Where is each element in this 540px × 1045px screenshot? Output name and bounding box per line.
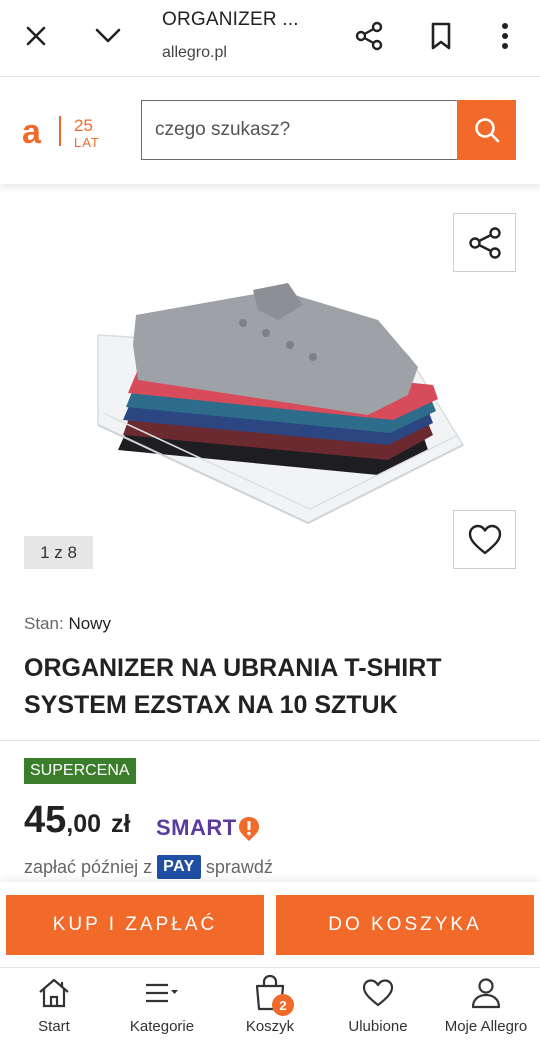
price: 45 ,00 zł — [24, 799, 131, 842]
search-icon — [474, 118, 499, 143]
pay-check-link[interactable]: sprawdź — [206, 857, 273, 878]
price-integer: 45 — [24, 799, 67, 841]
more-options-icon[interactable] — [483, 14, 527, 58]
nav-item-start[interactable]: Start — [0, 968, 108, 1045]
user-icon — [471, 978, 501, 1009]
allegro-logo[interactable]: a 25 LAT — [22, 114, 114, 150]
smart-badge[interactable]: SMART — [156, 815, 261, 841]
smart-exclamation-icon — [238, 817, 259, 841]
bottom-navigation: Start Kategorie 2 Koszyk Ulubione Moje A… — [0, 967, 540, 1045]
page-title: ORGANIZER ... — [162, 9, 299, 30]
condition: Stan: Nowy — [24, 614, 111, 634]
divider — [0, 740, 540, 741]
nav-item-koszyk[interactable]: 2 Koszyk — [216, 968, 324, 1045]
nav-label-kategorie: Kategorie — [129, 1018, 195, 1035]
pay-later-row[interactable]: zapłać później z PAY sprawdź — [24, 855, 273, 879]
add-to-cart-button[interactable]: DO KOSZYKA — [276, 895, 534, 955]
supercena-badge: SUPERCENA — [24, 758, 136, 784]
smart-label: SMART — [156, 815, 237, 840]
bookmark-icon[interactable] — [419, 14, 463, 58]
nav-label-start: Start — [38, 1018, 70, 1035]
product-image[interactable] — [78, 275, 468, 535]
close-icon[interactable] — [14, 14, 58, 58]
nav-label-koszyk: Koszyk — [245, 1018, 295, 1035]
home-icon — [39, 978, 69, 1008]
nav-label-moje-allegro: Moje Allegro — [444, 1018, 528, 1035]
page-url: allegro.pl — [162, 44, 227, 61]
menu-icon — [146, 983, 178, 1003]
heart-icon — [468, 524, 501, 554]
pay-later-text: zapłać później z — [24, 856, 153, 877]
logo-letter: a — [22, 114, 42, 150]
pay-badge: PAY — [157, 855, 201, 879]
search-bar — [141, 100, 516, 160]
share-icon[interactable] — [347, 14, 391, 58]
nav-item-ulubione[interactable]: Ulubione — [324, 968, 432, 1045]
product-title: ORGANIZER NA UBRANIA T-SHIRT SYSTEM EZST… — [24, 654, 442, 719]
search-input[interactable] — [141, 100, 458, 160]
price-currency: zł — [111, 810, 131, 838]
cart-count-badge: 2 — [272, 994, 294, 1016]
logo-lat: LAT — [74, 135, 100, 150]
search-button[interactable] — [457, 100, 516, 160]
gallery-counter: 1 z 8 — [24, 536, 93, 569]
condition-label: Stan: — [24, 614, 64, 633]
price-decimal: ,00 — [66, 810, 102, 838]
heart-icon — [362, 979, 394, 1007]
share-product-button[interactable] — [453, 213, 516, 272]
logo-years: 25 — [74, 116, 93, 135]
buy-now-button[interactable]: KUP I ZAPŁAĆ — [6, 895, 264, 955]
nav-label-ulubione: Ulubione — [348, 1018, 408, 1035]
condition-value: Nowy — [68, 614, 111, 633]
nav-item-moje-allegro[interactable]: Moje Allegro — [432, 968, 540, 1045]
chevron-down-icon[interactable] — [86, 14, 130, 58]
share-icon — [468, 226, 501, 259]
nav-item-kategorie[interactable]: Kategorie — [108, 968, 216, 1045]
browser-toolbar: ORGANIZER ... allegro.pl — [0, 0, 540, 77]
favorite-button[interactable] — [453, 510, 516, 569]
